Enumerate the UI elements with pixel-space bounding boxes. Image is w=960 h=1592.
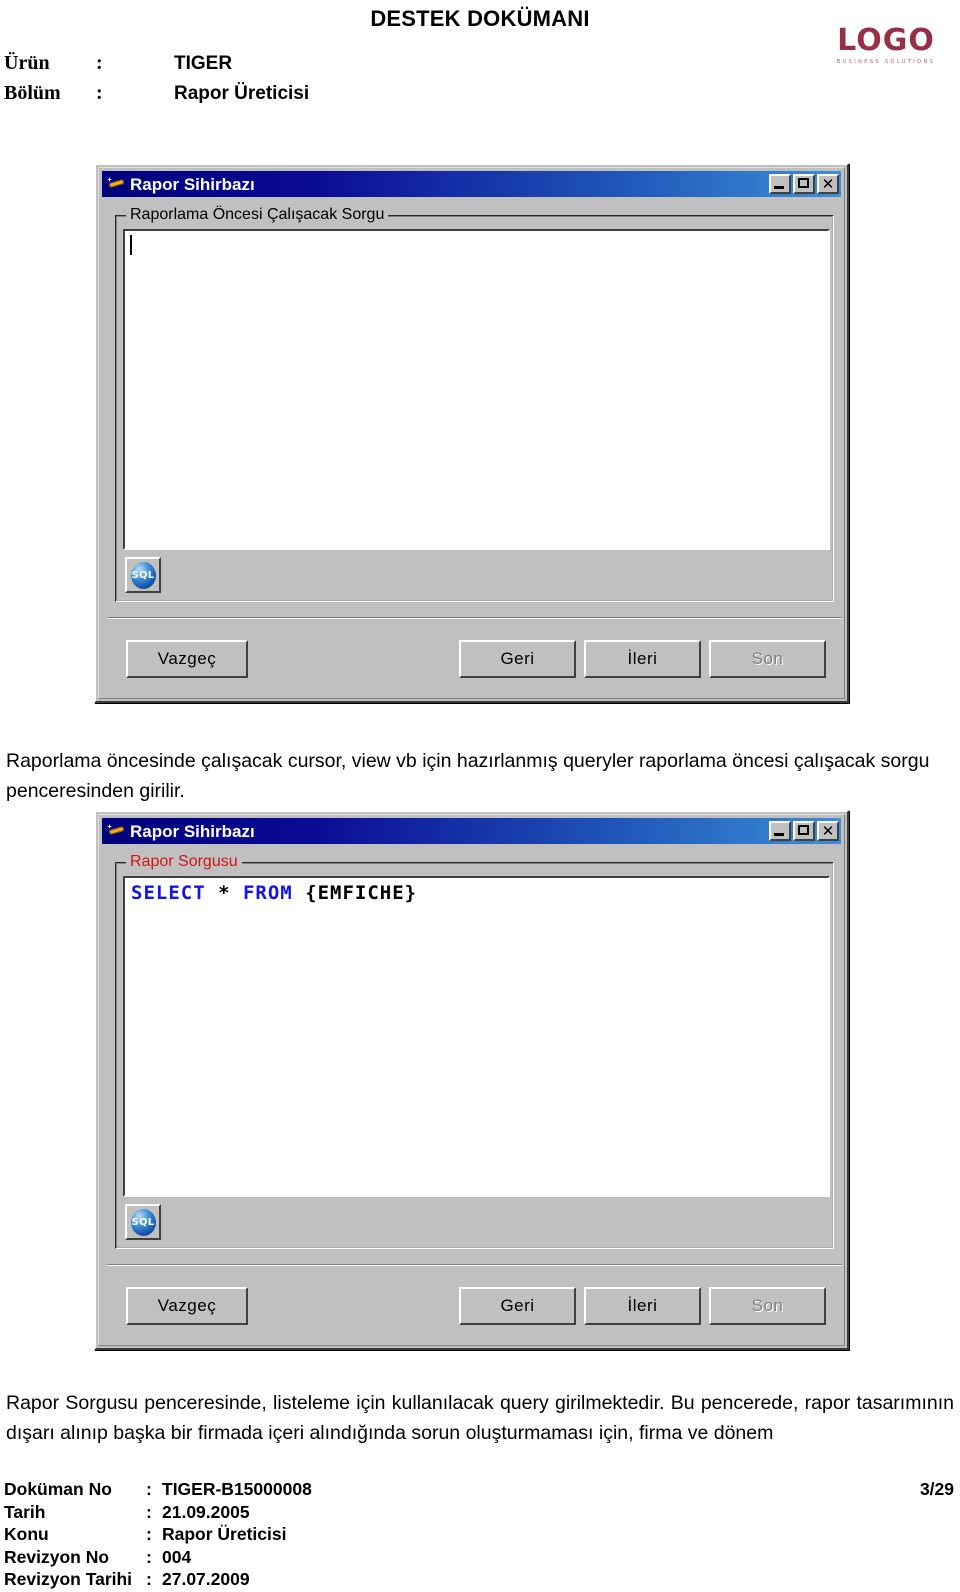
footer-colon-dokuman-no: : — [146, 1479, 152, 1499]
dialog-2-tool-strip: SQL — [123, 1201, 830, 1245]
cancel-button[interactable]: Vazgeç — [126, 1287, 248, 1325]
pre-report-query-input[interactable] — [123, 229, 830, 550]
report-query-input[interactable]: SELECT * FROM {EMFICHE} — [123, 876, 830, 1197]
footer-label-tarih: Tarih — [4, 1501, 46, 1522]
page-number: 3/29 — [919, 1479, 954, 1499]
page-title: DESTEK DOKÜMANI — [370, 6, 590, 31]
dialog-1-separator — [107, 617, 842, 619]
footer-label-konu: Konu — [4, 1524, 49, 1544]
maximize-button[interactable] — [793, 174, 815, 194]
close-icon[interactable]: ✕ — [817, 174, 839, 194]
dialog-2-group-box: Rapor Sorgusu SELECT * FROM {EMFICHE} SQ… — [115, 853, 834, 1249]
back-button[interactable]: Geri — [459, 1287, 576, 1325]
dialog-1-group-label: Raporlama Öncesi Çalışacak Sorgu — [126, 206, 389, 224]
dialog-2-title: Rapor Sihirbazı — [130, 821, 255, 841]
bolum-label: Bölüm — [4, 82, 61, 104]
sql-editor-button[interactable]: SQL — [125, 1204, 161, 1240]
next-button[interactable]: İleri — [584, 640, 701, 678]
logo: LOGO BUSINESS SOLUTIONS — [826, 18, 946, 72]
sql-table-token: {EMFICHE} — [292, 882, 418, 904]
dialog-1-inner-frame: Rapor Sihirbazı ✕ Raporlama Öncesi Çalış… — [98, 167, 845, 699]
text-caret — [130, 235, 132, 255]
urun-value: TIGER — [174, 53, 233, 74]
sql-icon: SQL — [130, 1208, 156, 1236]
next-button[interactable]: İleri — [584, 1287, 701, 1325]
dialog-2-window-controls: ✕ — [769, 821, 839, 841]
sql-editor-button[interactable]: SQL — [125, 557, 161, 593]
header-meta-table: Ürün : TIGER Bölüm : Rapor Üreticisi — [4, 52, 309, 112]
minimize-button[interactable] — [769, 821, 791, 841]
footer-value-revizyon-tarihi: 27.07.2009 — [162, 1569, 250, 1589]
rapor-sihirbazi-dialog-1[interactable]: Rapor Sihirbazı ✕ Raporlama Öncesi Çalış… — [94, 163, 849, 703]
dialog-2-query-text: SELECT * FROM {EMFICHE} — [131, 881, 417, 905]
paragraph-2: Rapor Sorgusu penceresinde, listeleme iç… — [6, 1392, 954, 1444]
footer-value-konu: Rapor Üreticisi — [162, 1524, 287, 1544]
rapor-sihirbazi-dialog-2[interactable]: Rapor Sihirbazı ✕ Rapor Sorgusu SELECT *… — [94, 810, 849, 1350]
finish-button[interactable]: Son — [709, 640, 826, 678]
footer-colon-konu: : — [146, 1524, 152, 1544]
footer-row-tarih: Tarih : 21.09.2005 — [4, 1501, 956, 1524]
footer-value-dokuman-no: TIGER-B15000008 — [162, 1479, 312, 1499]
bolum-value: Rapor Üreticisi — [174, 83, 310, 104]
wand-icon — [107, 822, 127, 840]
wand-icon — [107, 175, 127, 193]
sql-star: * — [205, 882, 243, 904]
document-header: DESTEK DOKÜMANI Ürün : TIGER Bölüm : Rap… — [0, 0, 960, 130]
dialog-2-separator — [107, 1264, 842, 1266]
logo-tagline: BUSINESS SOLUTIONS — [836, 58, 936, 65]
paragraph-1: Raporlama öncesinde çalışacak cursor, vi… — [6, 750, 930, 802]
maximize-button[interactable] — [793, 821, 815, 841]
sql-icon: SQL — [130, 561, 156, 589]
minimize-button[interactable] — [769, 174, 791, 194]
footer-row-konu: Konu : Rapor Üreticisi — [4, 1523, 956, 1546]
close-icon[interactable]: ✕ — [817, 821, 839, 841]
dialog-2-inner-frame: Rapor Sihirbazı ✕ Rapor Sorgusu SELECT *… — [98, 814, 845, 1346]
logo-wordmark: LOGO — [837, 22, 935, 58]
footer-row-revizyon-no: Revizyon No : 004 — [4, 1546, 956, 1569]
footer-row-dokuman-no: Doküman No : TIGER-B15000008 — [4, 1478, 956, 1501]
footer-label-revizyon-no: Revizyon No — [4, 1546, 110, 1567]
footer-value-revizyon-no: 004 — [162, 1546, 192, 1567]
footer-row-revizyon-tarihi: Revizyon Tarihi : 27.07.2009 — [4, 1568, 956, 1591]
sql-keyword-from: FROM — [242, 882, 293, 904]
cancel-button[interactable]: Vazgeç — [126, 640, 248, 678]
footer-label-revizyon-tarihi: Revizyon Tarihi — [4, 1569, 133, 1589]
header-meta-row-urun: Ürün : TIGER — [4, 52, 309, 82]
dialog-2-group-label: Rapor Sorgusu — [126, 853, 242, 871]
footer-colon-tarih: : — [146, 1501, 152, 1522]
urun-colon: : — [96, 52, 103, 74]
dialog-1-title: Rapor Sihirbazı — [130, 174, 255, 194]
header-meta-row-bolum: Bölüm : Rapor Üreticisi — [4, 82, 309, 112]
footer-label-dokuman-no: Doküman No — [4, 1479, 112, 1499]
footer-colon-revizyon-no: : — [146, 1546, 152, 1567]
dialog-1-group-box: Raporlama Öncesi Çalışacak Sorgu SQL — [115, 206, 834, 602]
back-button[interactable]: Geri — [459, 640, 576, 678]
footer-colon-revizyon-tarihi: : — [146, 1569, 152, 1589]
dialog-1-tool-strip: SQL — [123, 554, 830, 598]
urun-label: Ürün — [4, 52, 50, 74]
sql-keyword-select: SELECT — [131, 882, 206, 904]
bolum-colon: : — [96, 82, 103, 104]
dialog-1-window-controls: ✕ — [769, 174, 839, 194]
dialog-2-title-bar[interactable]: Rapor Sihirbazı ✕ — [102, 818, 841, 844]
finish-button[interactable]: Son — [709, 1287, 826, 1325]
dialog-1-title-bar[interactable]: Rapor Sihirbazı ✕ — [102, 171, 841, 197]
document-footer: 3/29 Doküman No : TIGER-B15000008 Tarih … — [4, 1478, 956, 1591]
footer-value-tarih: 21.09.2005 — [162, 1501, 250, 1522]
